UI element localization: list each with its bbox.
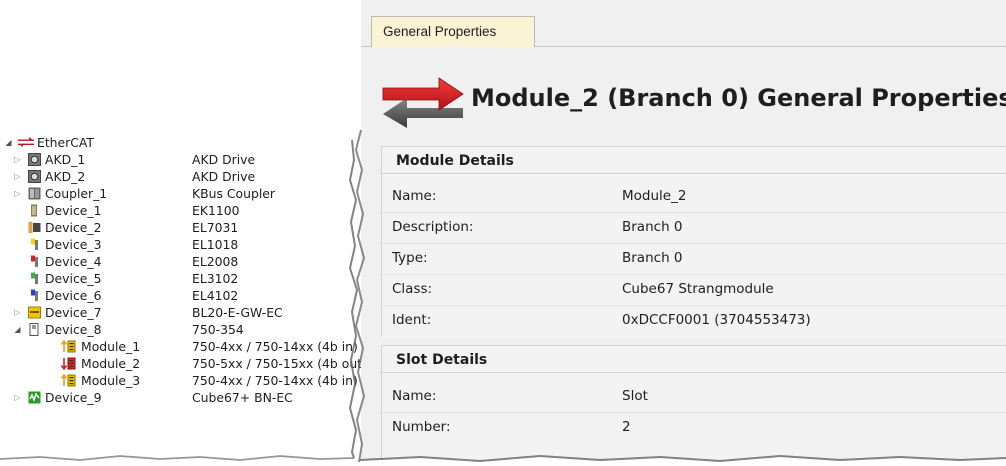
motor-terminal-icon bbox=[28, 222, 41, 233]
tree-item[interactable]: Device_3 EL1018 bbox=[4, 236, 354, 253]
cube67-icon bbox=[28, 391, 41, 404]
property-row: Name: Module_2 bbox=[382, 181, 1006, 213]
yellow-terminal-icon bbox=[31, 238, 38, 250]
device-tree: ◢ EtherCAT ▷ AKD_1 AKD Drive ▷ AKD_2 AKD… bbox=[0, 134, 367, 460]
tree-item-label: EtherCAT bbox=[37, 135, 94, 150]
expand-arrow-icon[interactable]: ▷ bbox=[13, 389, 22, 406]
expand-arrow-icon[interactable]: ◢ bbox=[4, 134, 13, 151]
tree-item[interactable]: Module_1 750-4xx / 750-14xx (4b in) bbox=[4, 338, 358, 355]
gateway-icon bbox=[28, 306, 41, 319]
divider bbox=[382, 372, 1006, 373]
tree-item[interactable]: Device_6 EL4102 bbox=[4, 287, 354, 304]
property-row: Ident: 0xDCCF0001 (3704553473) bbox=[392, 312, 811, 328]
slot-details-section: Slot Details Name: Slot Number: 2 bbox=[381, 345, 1006, 466]
module-details-section: Module Details Name: Module_2 Descriptio… bbox=[381, 146, 1006, 337]
ethercat-icon bbox=[18, 137, 34, 147]
section-heading: Slot Details bbox=[396, 352, 488, 368]
tree-item[interactable]: Device_4 EL2008 bbox=[4, 253, 354, 270]
ethercat-arrows-icon bbox=[382, 77, 464, 128]
tree-item[interactable]: ◢ Device_8 750-354 bbox=[4, 321, 354, 338]
tree-item[interactable]: Device_2 EL7031 bbox=[4, 219, 354, 236]
tree-item[interactable]: ▷ Coupler_1 KBus Coupler bbox=[4, 185, 354, 202]
property-row: Description: Branch 0 bbox=[382, 212, 1006, 244]
tree-item[interactable]: Module_3 750-4xx / 750-14xx (4b in) bbox=[4, 372, 358, 389]
expand-arrow-icon[interactable]: ◢ bbox=[13, 321, 22, 338]
drive-icon bbox=[28, 153, 41, 166]
tree-item[interactable]: ▷ Device_9 Cube67+ BN-EC bbox=[4, 389, 354, 406]
tree-item[interactable]: Device_1 EK1100 bbox=[4, 202, 354, 219]
expand-arrow-icon[interactable]: ▷ bbox=[13, 168, 22, 185]
properties-panel: General Properties Module_2 (Branch 0) G… bbox=[361, 0, 1006, 466]
red-terminal-icon bbox=[31, 255, 38, 267]
expand-arrow-icon[interactable]: ▷ bbox=[13, 185, 22, 202]
expand-arrow-icon[interactable]: ▷ bbox=[13, 304, 22, 321]
input-module-icon bbox=[61, 374, 76, 387]
tree-item[interactable]: ▷ AKD_1 AKD Drive bbox=[4, 151, 354, 168]
tree-item[interactable]: Device_5 EL3102 bbox=[4, 270, 354, 287]
terminal-icon bbox=[31, 204, 37, 217]
section-heading: Module Details bbox=[396, 153, 514, 169]
tree-item[interactable]: ▷ Device_7 BL20-E-GW-EC bbox=[4, 304, 354, 321]
blue-terminal-icon bbox=[31, 289, 38, 301]
tree-item[interactable]: Module_2 750-5xx / 750-15xx (4b out) bbox=[4, 355, 367, 372]
page-title: Module_2 (Branch 0) General Properties bbox=[471, 84, 1006, 112]
property-row: Class: Cube67 Strangmodule bbox=[382, 274, 1006, 306]
divider bbox=[382, 173, 1006, 174]
output-module-icon bbox=[61, 357, 76, 370]
drive-icon bbox=[28, 170, 41, 183]
input-module-icon bbox=[61, 340, 76, 353]
property-row: Name: Slot bbox=[382, 381, 1006, 413]
tree-item[interactable]: ▷ AKD_2 AKD Drive bbox=[4, 168, 354, 185]
property-row: Number: 2 bbox=[392, 419, 631, 435]
expand-arrow-icon[interactable]: ▷ bbox=[13, 151, 22, 168]
coupler-icon bbox=[29, 323, 39, 336]
coupler-icon bbox=[28, 187, 41, 200]
property-row: Type: Branch 0 bbox=[382, 243, 1006, 275]
green-terminal-icon bbox=[31, 272, 38, 284]
tab-general-properties[interactable]: General Properties bbox=[371, 16, 535, 47]
